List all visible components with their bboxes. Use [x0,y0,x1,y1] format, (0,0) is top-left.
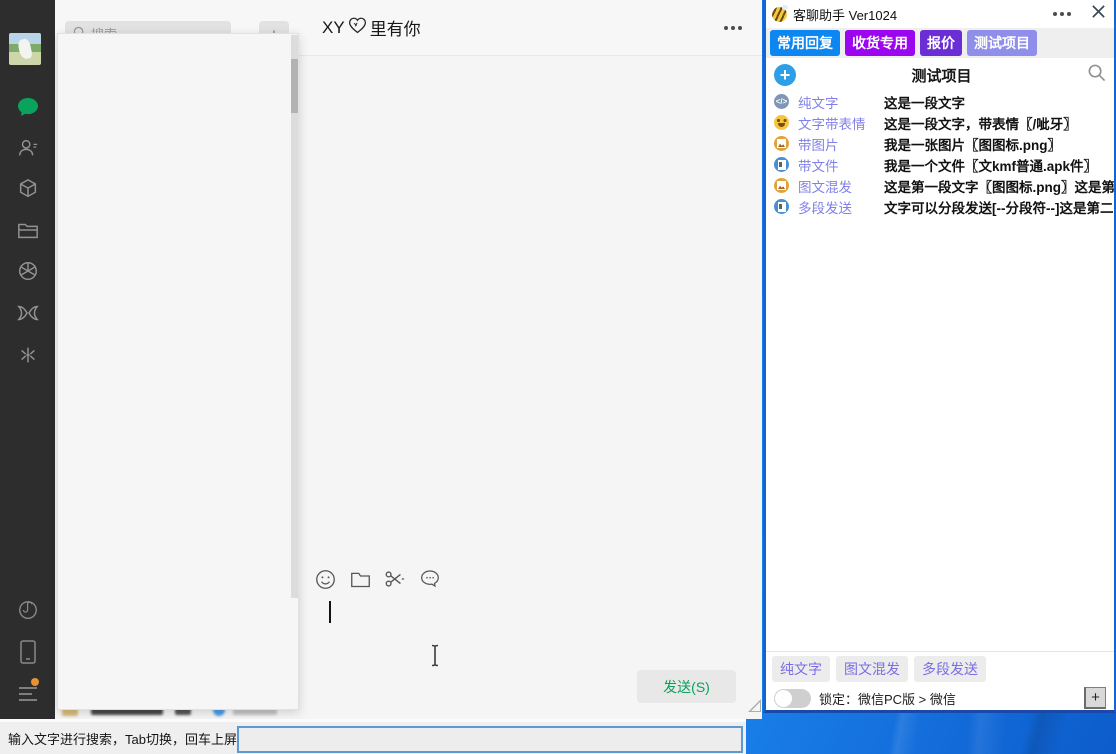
item-label: 文字带表情 [798,113,884,133]
phone-icon[interactable] [0,639,55,665]
item-label: 纯文字 [798,92,884,112]
list-item[interactable]: 带文件 我是一个文件〖文kmf普通.apk件〗 [766,154,1114,175]
add-item-button[interactable]: + [774,64,796,86]
quick-chunwenzi-button[interactable]: 纯文字 [772,656,830,682]
chat-title-bar: XY 里有你 [296,0,762,56]
code-icon: </> [774,94,789,109]
helper-list-header: + 测试项目 [766,60,1114,90]
lock-toggle[interactable] [774,689,811,708]
image-icon [774,136,789,151]
item-content: 我是一张图片〖图图标.png〗 [884,134,1114,154]
menu-icon[interactable] [0,681,55,707]
moments-aperture-icon[interactable] [0,258,55,284]
add-square-button[interactable]: + [1084,687,1106,709]
collections-cube-icon[interactable] [0,176,55,202]
list-item[interactable]: 文字带表情 这是一段文字，带表情〖/呲牙〗 [766,112,1114,133]
heart-icon [347,15,368,40]
tab-ceshixiangmu[interactable]: 测试项目 [967,30,1037,56]
quick-buttons-row: 纯文字 图文混发 多段发送 [766,656,1114,682]
mini-programs-icon[interactable] [0,597,55,623]
smiley-icon [774,115,789,130]
tab-shouhuozhuanyong[interactable]: 收货专用 [845,30,915,56]
list-item[interactable]: </> 纯文字 这是一段文字 [766,91,1114,112]
item-content: 这是一段文字，带表情〖/呲牙〗 [884,113,1114,133]
chats-icon[interactable] [0,94,55,120]
lock-label: 锁定：微信PC版 > 微信 [819,689,956,708]
divider [766,651,1114,652]
list-item[interactable]: 多段发送 文字可以分段发送[--分段符--]这是第二... [766,196,1114,217]
item-label: 图文混发 [798,176,884,196]
notification-dot [31,678,39,686]
helper-more-icon[interactable] [1049,8,1075,20]
input-toolbar [314,568,441,590]
chat-title: XY 里有你 [322,15,421,40]
item-label: 带图片 [798,134,884,154]
contacts-icon[interactable] [0,135,55,161]
send-button[interactable]: 发送(S) [637,670,736,703]
item-content: 这是一段文字 [884,92,1114,112]
chat-title-prefix: XY [322,18,345,38]
screenshot-scissors-icon[interactable] [384,568,406,590]
popup-scrollbar-thumb[interactable] [291,59,298,113]
image-icon [774,178,789,193]
chat-panel: XY 里有你 发送(S) [296,0,762,719]
list-item[interactable]: 带图片 我是一张图片〖图图标.png〗 [766,133,1114,154]
emoji-icon[interactable] [314,568,336,590]
text-caret [329,601,331,623]
wechat-sidebar [0,0,55,719]
chat-title-suffix: 里有你 [370,15,421,40]
ibeam-cursor [428,644,442,672]
quick-tuwenhunfa-button[interactable]: 图文混发 [836,656,908,682]
popup-scrollbar-track[interactable] [291,35,298,598]
file-icon [774,157,789,172]
bee-app-icon [772,7,787,22]
wechat-window: + XY 里有你 [0,0,762,719]
avatar[interactable] [9,33,41,65]
item-content: 文字可以分段发送[--分段符--]这是第二... [884,197,1114,217]
search-sparkle-icon[interactable] [0,342,55,368]
popup-panel [57,33,299,710]
helper-title: 客聊助手 Ver1024 [793,5,897,24]
helper-tabs: 常用回复 收货专用 报价 测试项目 [766,28,1114,58]
chat-files-folder-icon[interactable] [0,217,55,243]
chat-more-icon[interactable] [720,22,746,34]
close-icon[interactable] [1091,4,1106,24]
item-content: 这是第一段文字〖图图标.png〗这是第... [884,176,1114,196]
section-title: 测试项目 [796,65,1087,86]
send-file-folder-icon[interactable] [349,568,371,590]
search-hint-text: 输入文字进行搜索，Tab切换，回车上屏 [8,729,237,748]
helper-search-icon[interactable] [1087,63,1106,87]
file-icon [774,199,789,214]
helper-window: 客聊助手 Ver1024 常用回复 收货专用 报价 测试项目 + 测试项目 </… [763,0,1116,713]
channels-icon[interactable] [0,300,55,326]
tab-baojia[interactable]: 报价 [920,30,962,56]
helper-title-bar: 客聊助手 Ver1024 [766,0,1114,28]
resize-grip[interactable] [748,699,761,712]
item-label: 多段发送 [798,197,884,217]
list-item[interactable]: 图文混发 这是第一段文字〖图图标.png〗这是第... [766,175,1114,196]
tab-changyonghuifu[interactable]: 常用回复 [770,30,840,56]
quick-duoduanfasong-button[interactable]: 多段发送 [914,656,986,682]
helper-bottom-row: 锁定：微信PC版 > 微信 + [766,686,1114,710]
chat-history-icon[interactable] [419,568,441,590]
helper-search-input[interactable] [237,726,743,753]
item-content: 我是一个文件〖文kmf普通.apk件〗 [884,155,1114,175]
item-label: 带文件 [798,155,884,175]
helper-search-bar: 输入文字进行搜索，Tab切换，回车上屏 [0,719,746,754]
